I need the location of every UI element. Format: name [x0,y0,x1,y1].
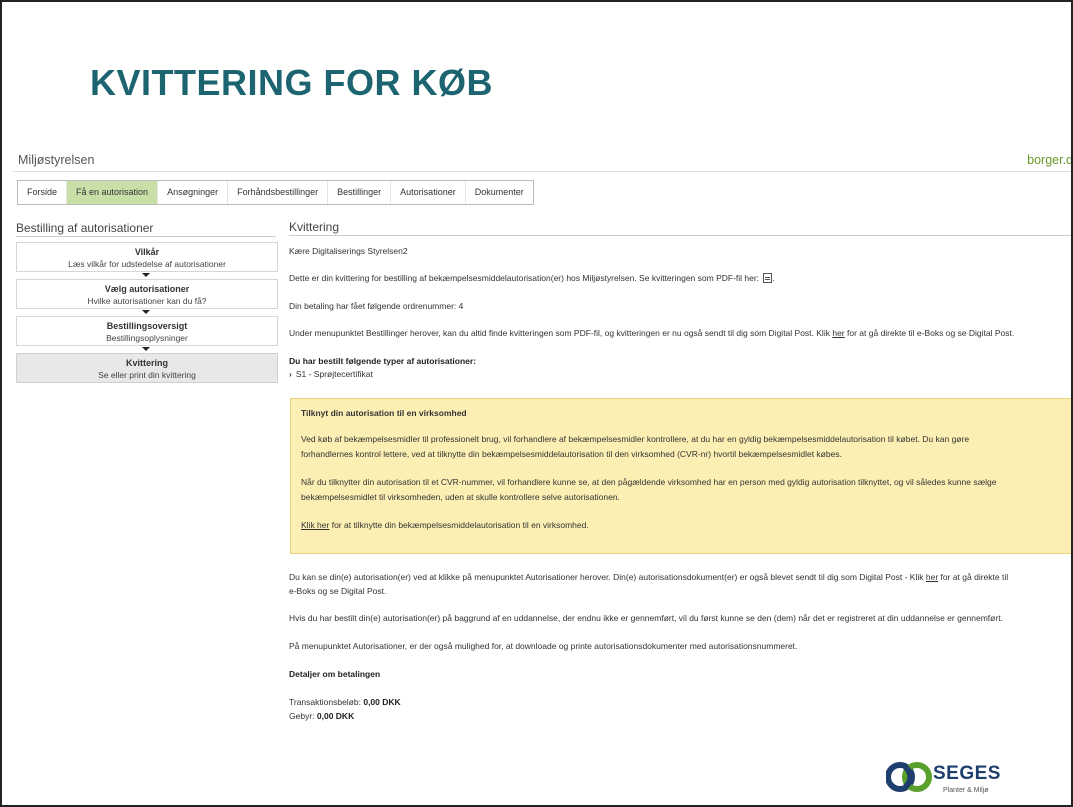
step-subtitle: Læs vilkår for udstedelse af autorisatio… [68,259,226,269]
fee-label: Gebyr: [289,711,315,721]
tab-faa-en-autorisation[interactable]: Få en autorisation [67,181,159,204]
tab-dokumenter[interactable]: Dokumenter [466,181,533,204]
logo-name: SEGES [933,763,1001,784]
tab-forside[interactable]: Forside [18,181,68,204]
intro-body: Dette er din kvittering for bestilling a… [289,273,760,283]
step-title: Vilkår [134,247,160,257]
slide: KVITTERING FOR KØB Miljøstyrelsen borger… [0,0,1073,807]
auth-eboks-link[interactable]: her [926,572,938,582]
step-title: Kvittering [125,358,168,368]
auth-info-text-after: for at gå direkte til [940,572,1009,582]
logo-subtitle: Planter & Miljø [943,787,989,794]
step-subtitle: Hvilke autorisationer kan du få? [87,296,207,306]
site-header: Miljøstyrelsen borger.d [12,142,1071,172]
step-kvittering[interactable]: Kvittering Se eller print din kvittering [16,353,278,383]
notice-link-after: for at tilknytte din bekæmpelsesmiddelau… [331,520,589,530]
greeting: Kære Digitaliserings Styrelsen2 [289,246,408,256]
step-subtitle: Bestillingsoplysninger [106,333,188,343]
intro-text: Dette er din kvittering for bestilling a… [289,273,775,283]
step-subtitle: Se eller print din kvittering [98,370,196,380]
tab-autorisationer[interactable]: Autorisationer [391,181,466,204]
transaction-value: 0,00 DKK [363,697,401,707]
step-title: Vælg autorisationer [104,284,190,294]
notice-para1-line1: Ved køb af bekæmpelsesmidler til profess… [301,434,970,444]
main-nav-tabs: Forside Få en autorisation Ansøgninger F… [17,180,534,205]
notice-heading: Tilknyt din autorisation til en virksomh… [301,408,467,418]
site-name: Miljøstyrelsen [18,153,95,167]
menu-info-text-after: for at gå direkte til e-Boks og se Digit… [847,328,1015,338]
payment-heading: Detaljer om betalingen [289,668,380,681]
arrow-down-icon [16,309,278,316]
download-info: På menupunktet Autorisationer, er der og… [289,641,798,651]
notice-para1-line2: forhandlernes kontrol lettere, ved at ti… [301,449,842,459]
sidebar-title: Bestilling af autorisationer [16,221,154,235]
arrow-down-icon [16,272,278,279]
seges-circles-icon [885,762,932,792]
embedded-screenshot: Miljøstyrelsen borger.d Forside Få en au… [12,142,1071,727]
seges-logo: SEGES Planter & Miljø [885,759,1036,799]
step-title: Bestillingsoversigt [106,321,188,331]
transaction-label: Transaktionsbeløb: [289,697,361,707]
eboks-link[interactable]: her [832,328,844,338]
notice-para2-line1: Når du tilknytter din autorisation til e… [301,477,997,487]
slide-title: KVITTERING FOR KØB [90,62,493,103]
tab-bestillinger[interactable]: Bestillinger [328,181,392,204]
step-vaelg-autorisationer[interactable]: Vælg autorisationer Hvilke autorisatione… [16,279,278,309]
education-info: Hvis du har bestilt din(e) autorisation(… [289,613,1003,623]
menu-info-text: Under menupunktet Bestillinger herover, … [289,328,830,338]
transaction-row: Transaktionsbeløb: 0,00 DKK [289,696,401,709]
borger-link[interactable]: borger.d [1027,153,1071,167]
tab-forhaandsbestillinger[interactable]: Forhåndsbestillinger [228,181,329,204]
ordered-heading: Du har bestilt følgende typer af autoris… [289,355,476,368]
notice-box: Tilknyt din autorisation til en virksomh… [290,398,1071,554]
tab-ansoegninger[interactable]: Ansøgninger [158,181,229,204]
payment-heading-text: Detaljer om betalingen [289,669,381,679]
notice-para2-line2: bekæmpelsesmidlet til virksomheden, uden… [301,492,620,502]
chevron-right-icon: › [289,369,292,379]
arrow-down-icon [16,346,278,353]
auth-info-line1: Du kan se din(e) autorisation(er) ved at… [289,571,1008,584]
order-steps: Vilkår Læs vilkår for udstedelse af auto… [16,242,278,383]
notice-link-line: Klik her for at tilknytte din bekæmpelse… [301,519,589,532]
ordered-item: › S1 - Sprøjtecertifikat [289,368,373,381]
pdf-file-icon[interactable] [763,273,773,283]
page-title: Kvittering [289,220,340,234]
ordered-heading-text: Du har bestilt følgende typer af autoris… [289,356,477,366]
fee-row: Gebyr: 0,00 DKK [289,710,354,723]
order-number: Din betaling har fået følgende ordrenumm… [289,301,464,311]
title-divider [289,235,1071,236]
auth-info-line2: e-Boks og se Digital Post. [289,586,387,596]
ordered-item-label: S1 - Sprøjtecertifikat [295,369,373,379]
attach-company-link[interactable]: Klik her [301,520,329,530]
step-bestillingsoversigt[interactable]: Bestillingsoversigt Bestillingsoplysning… [16,316,278,346]
sidebar-divider [16,236,276,237]
step-vilkaar[interactable]: Vilkår Læs vilkår for udstedelse af auto… [16,242,278,272]
auth-info-text: Du kan se din(e) autorisation(er) ved at… [289,572,924,582]
fee-value: 0,00 DKK [316,711,355,721]
menu-info: Under menupunktet Bestillinger herover, … [289,327,1014,340]
